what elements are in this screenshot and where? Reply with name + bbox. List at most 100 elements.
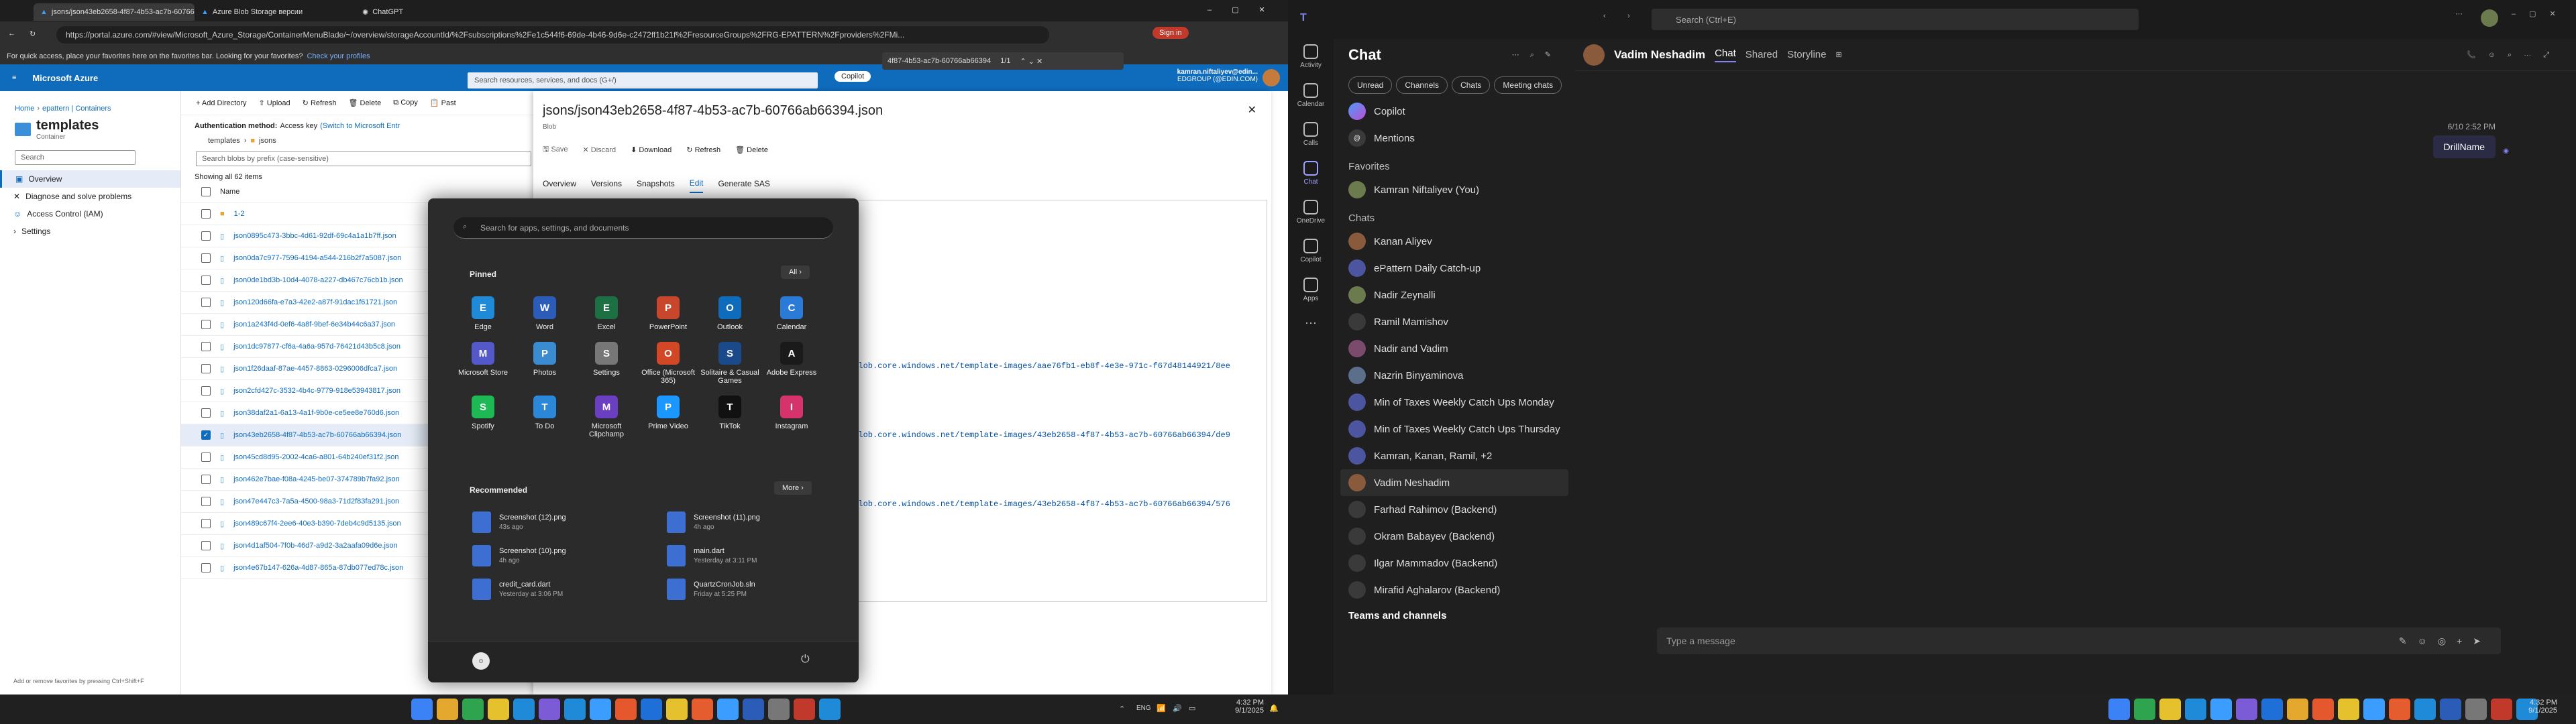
chat-item-self[interactable]: Kamran Niftaliyev (You) (1334, 176, 1575, 203)
taskbar-app-icon[interactable] (692, 699, 713, 720)
tab-chatgpt[interactable]: ✺ ChatGPT (356, 3, 517, 21)
paste-button[interactable]: 📋 Past (430, 99, 456, 107)
tab-blob-json[interactable]: ▲ jsons/json43eb2658-4f87-4b53-ac7b-60766… (34, 3, 195, 21)
filter-channels[interactable]: Channels (1396, 76, 1448, 94)
taskbar-app-icon[interactable] (2108, 699, 2130, 720)
row-checkbox[interactable] (201, 276, 211, 285)
mentions-item[interactable]: @ Mentions (1334, 125, 1575, 152)
taskbar-app-icon[interactable] (513, 699, 535, 720)
chat-item[interactable]: Kanan Aliyev (1334, 228, 1575, 255)
wifi-icon[interactable]: 📶 (1157, 704, 1166, 713)
pinned-app[interactable]: T To Do (514, 396, 576, 438)
row-checkbox[interactable] (201, 231, 211, 241)
pinned-app[interactable]: O Outlook (699, 296, 761, 331)
taskbar-app-icon[interactable] (641, 699, 662, 720)
row-checkbox[interactable] (201, 497, 211, 506)
blob-name[interactable]: json120d66fa-e7a3-42e2-a87f-91dac1f61721… (233, 298, 397, 306)
taskbar-app-icon[interactable] (2465, 699, 2487, 720)
taskbar-app-icon[interactable] (564, 699, 586, 720)
address-bar[interactable]: https://portal.azure.com/#view/Microsoft… (56, 26, 1049, 44)
rail-item-activity[interactable]: Activity (1288, 39, 1334, 78)
taskbar-app-icon[interactable] (615, 699, 637, 720)
window-controls[interactable]: –▢✕ (1208, 5, 1285, 14)
taskbar-app-icon[interactable] (2134, 699, 2155, 720)
copy-button[interactable]: ⧉ Copy (393, 99, 418, 107)
pinned-app[interactable]: S Spotify (452, 396, 514, 438)
tab-chat[interactable]: Chat (1715, 48, 1736, 62)
download-button[interactable]: ⬇ Download (631, 145, 672, 154)
rail-item-apps[interactable]: Apps (1288, 272, 1334, 311)
select-all-checkbox[interactable] (201, 187, 211, 196)
taskbar-app-icon[interactable] (411, 699, 433, 720)
pinned-app[interactable]: M Microsoft Clipchamp (576, 396, 637, 438)
chat-item[interactable]: Nazrin Binyaminova (1334, 362, 1575, 389)
tab-storyline[interactable]: Storyline (1787, 49, 1826, 60)
close-icon[interactable]: ✕ (1248, 103, 1256, 117)
tab-snapshots[interactable]: Snapshots (637, 179, 675, 192)
switch-auth-link[interactable]: (Switch to Microsoft Entr (320, 122, 400, 130)
taskbar-app-icon[interactable] (462, 699, 484, 720)
azure-brand[interactable]: Microsoft Azure (32, 73, 98, 83)
taskbar-app-icon[interactable] (2312, 699, 2334, 720)
row-checkbox[interactable] (201, 475, 211, 484)
chat-item[interactable]: Nadir and Vadim (1334, 335, 1575, 362)
battery-icon[interactable]: ▭ (1189, 704, 1195, 713)
more-button[interactable]: More › (774, 481, 812, 495)
nav-search-input[interactable]: Search (15, 150, 136, 165)
row-checkbox[interactable] (201, 320, 211, 329)
tab-generate-sas[interactable]: Generate SAS (718, 179, 769, 192)
tray-chevron-icon[interactable]: ⌃ (1119, 705, 1125, 713)
blob-name[interactable]: json1a243f4d-0ef6-4a8f-9bef-6e34b44c6a37… (233, 320, 395, 328)
compose-icons[interactable]: ✎☺◎+➤ (2399, 636, 2491, 647)
compose-box[interactable]: Type a message ✎☺◎+➤ (1657, 627, 2501, 654)
chats-heading[interactable]: Chats (1334, 203, 1575, 228)
rail-item-onedrive[interactable]: OneDrive (1288, 194, 1334, 233)
chat-item[interactable]: Ilgar Mammadov (Backend) (1334, 550, 1575, 577)
filter-unread[interactable]: Unread (1348, 76, 1393, 94)
pinned-app[interactable]: T TikTok (699, 396, 761, 438)
upload-button[interactable]: ⇧ Upload (259, 99, 290, 107)
path-folder[interactable]: jsons (259, 137, 276, 145)
discard-button[interactable]: ✕ Discard (583, 145, 616, 154)
taskbar-app-icon[interactable] (2414, 699, 2436, 720)
nav-access-control[interactable]: ☺ Access Control (IAM) (0, 205, 180, 223)
chat-item[interactable]: Nadir Zeynalli (1334, 282, 1575, 308)
filter-meeting-chats[interactable]: Meeting chats (1494, 76, 1562, 94)
clock[interactable]: 4:32 PM 9/1/2025 (2520, 699, 2557, 715)
chat-item[interactable]: ePattern Daily Catch-up (1334, 255, 1575, 282)
pinned-app[interactable]: C Calendar (761, 296, 822, 331)
recommended-item[interactable]: credit_card.dart Yesterday at 3:06 PM (472, 572, 667, 606)
add-directory-button[interactable]: + Add Directory (196, 99, 247, 107)
rail-item-calendar[interactable]: Calendar (1288, 78, 1334, 117)
profile-avatar[interactable] (2481, 9, 2498, 27)
chat-item[interactable]: Okram Babayev (Backend) (1334, 523, 1575, 550)
user-avatar[interactable]: ☺ (472, 652, 490, 670)
signin-button[interactable]: Sign in (1152, 27, 1189, 39)
blob-name[interactable]: json47e447c3-7a5a-4500-98a3-71d2f83fa291… (233, 497, 399, 505)
row-checkbox[interactable] (201, 541, 211, 550)
volume-icon[interactable]: 🔊 (1173, 704, 1182, 713)
blob-name[interactable]: json0895c473-3bbc-4d61-92df-69c4a1a1b7ff… (233, 232, 396, 240)
taskbar-app-icon[interactable] (2287, 699, 2308, 720)
taskbar-app-icon[interactable] (2159, 699, 2181, 720)
chat-item[interactable]: Min of Taxes Weekly Catch Ups Monday (1334, 389, 1575, 416)
tab-shared[interactable]: Shared (1746, 49, 1778, 60)
row-checkbox[interactable] (201, 209, 211, 219)
pinned-app[interactable]: A Adobe Express (761, 342, 822, 385)
taskbar-app-icon[interactable] (2210, 699, 2232, 720)
blob-name[interactable]: json4e67b147-626a-4d87-865a-87db077ed78c… (233, 564, 403, 572)
window-controls[interactable]: –▢✕ (2512, 9, 2569, 18)
chat-item[interactable]: Ramil Mamishov (1334, 308, 1575, 335)
back-icon[interactable]: ‹ (1603, 12, 1606, 20)
language-indicator[interactable]: ENG (1136, 705, 1151, 712)
taskbar-app-icon[interactable] (590, 699, 611, 720)
teams-channels-heading[interactable]: Teams and channels (1334, 603, 1575, 621)
clock[interactable]: 4:32 PM 9/1/2025 (1226, 699, 1264, 715)
avatar[interactable] (1263, 69, 1280, 86)
start-search-input[interactable]: Search for apps, settings, and documents (453, 217, 833, 239)
row-checkbox[interactable] (201, 519, 211, 528)
tab-azure-blob-versions[interactable]: ▲ Azure Blob Storage версии (195, 3, 356, 21)
blob-name[interactable]: json45cd8d95-2002-4ca6-a801-64b240ef31f2… (233, 453, 398, 461)
blob-name[interactable]: json0da7c977-7596-4194-a544-216b2f7a5087… (233, 254, 401, 262)
azure-search-input[interactable]: Search resources, services, and docs (G+… (468, 72, 818, 88)
